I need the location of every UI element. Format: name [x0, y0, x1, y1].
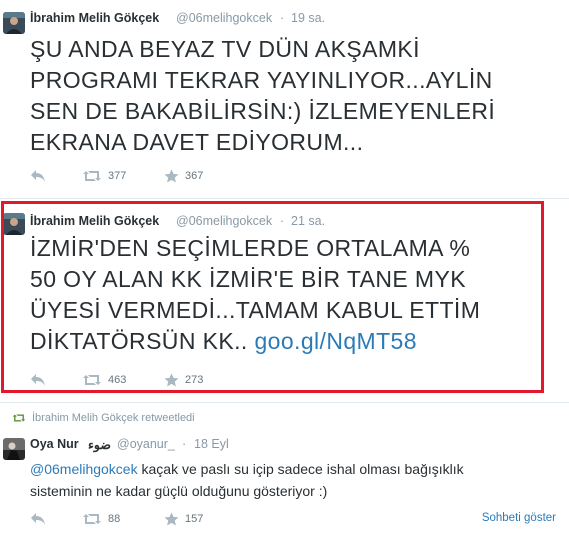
tweet-text-line: PROGRAMI TEKRAR YAYINLIYOR...AYLİN	[30, 67, 493, 93]
reply-icon	[31, 170, 45, 182]
retweet-icon	[12, 414, 26, 422]
tweet-text: ŞU ANDA BEYAZ TV DÜN AKŞAMKİ PROGRAMI TE…	[30, 34, 495, 158]
author-name[interactable]: Oya Nur	[30, 437, 79, 451]
retweet-button[interactable]: 377	[82, 169, 126, 183]
retweet-context: İbrahim Melih Gökçek retweetledi	[12, 412, 195, 424]
highlight-box	[1, 201, 544, 393]
retweet-count: 377	[108, 170, 127, 182]
avatar[interactable]	[3, 12, 25, 34]
tweet-text-line: EKRANA DAVET EDİYORUM...	[30, 129, 364, 155]
favorite-button[interactable]: 367	[164, 169, 203, 183]
reply-button[interactable]	[30, 169, 46, 183]
author-handle[interactable]: @06melihgokcek	[176, 11, 272, 25]
separator-dot: ·	[280, 11, 285, 25]
author-handle[interactable]: @oyanur_	[117, 437, 175, 451]
favorite-icon	[164, 512, 179, 526]
retweet-button[interactable]: 88	[82, 512, 120, 526]
tweet-1: İbrahim Melih Gökçek @06melihgokcek · 19…	[0, 0, 569, 196]
tweet-timestamp[interactable]: 19 sa.	[291, 11, 325, 25]
retweet-icon	[83, 171, 101, 181]
tweet-text-line: ŞU ANDA BEYAZ TV DÜN AKŞAMKİ	[30, 36, 420, 62]
retweet-icon	[83, 514, 101, 524]
tweet-text: @06melihgokcek kaçak ve paslı su içip sa…	[30, 458, 464, 502]
favorite-count: 157	[185, 513, 204, 525]
tweet-timestamp[interactable]: 18 Eyl	[194, 437, 229, 451]
tweet-text-line: sisteminin ne kadar güçlü olduğunu göste…	[30, 483, 328, 499]
retweeted-by-label[interactable]: İbrahim Melih Gökçek retweetledi	[32, 412, 195, 424]
reply-icon	[31, 513, 45, 525]
retweet-count: 88	[108, 513, 121, 525]
avatar[interactable]	[3, 438, 25, 460]
reply-button[interactable]	[30, 512, 46, 526]
tweet-text-line: SEN DE BAKABİLİRSİN:) İZLEMEYENLERİ	[30, 98, 496, 124]
favorite-count: 367	[185, 170, 204, 182]
tweet-text-line: @06melihgokcek kaçak ve paslı su içip sa…	[30, 458, 464, 480]
separator-dot: ·	[182, 437, 187, 451]
tweet-text-line-text: kaçak ve paslı su içip sadece ishal olma…	[137, 461, 464, 477]
divider	[0, 198, 569, 199]
author-name[interactable]: İbrahim Melih Gökçek	[30, 11, 159, 25]
favorite-button[interactable]: 157	[164, 512, 203, 526]
favorite-icon	[164, 169, 179, 183]
mention-link[interactable]: @06melihgokcek	[30, 461, 138, 477]
view-conversation-link[interactable]: Sohbeti göster	[482, 512, 556, 524]
divider	[0, 402, 569, 403]
author-name-extra: ضوء	[88, 438, 111, 452]
